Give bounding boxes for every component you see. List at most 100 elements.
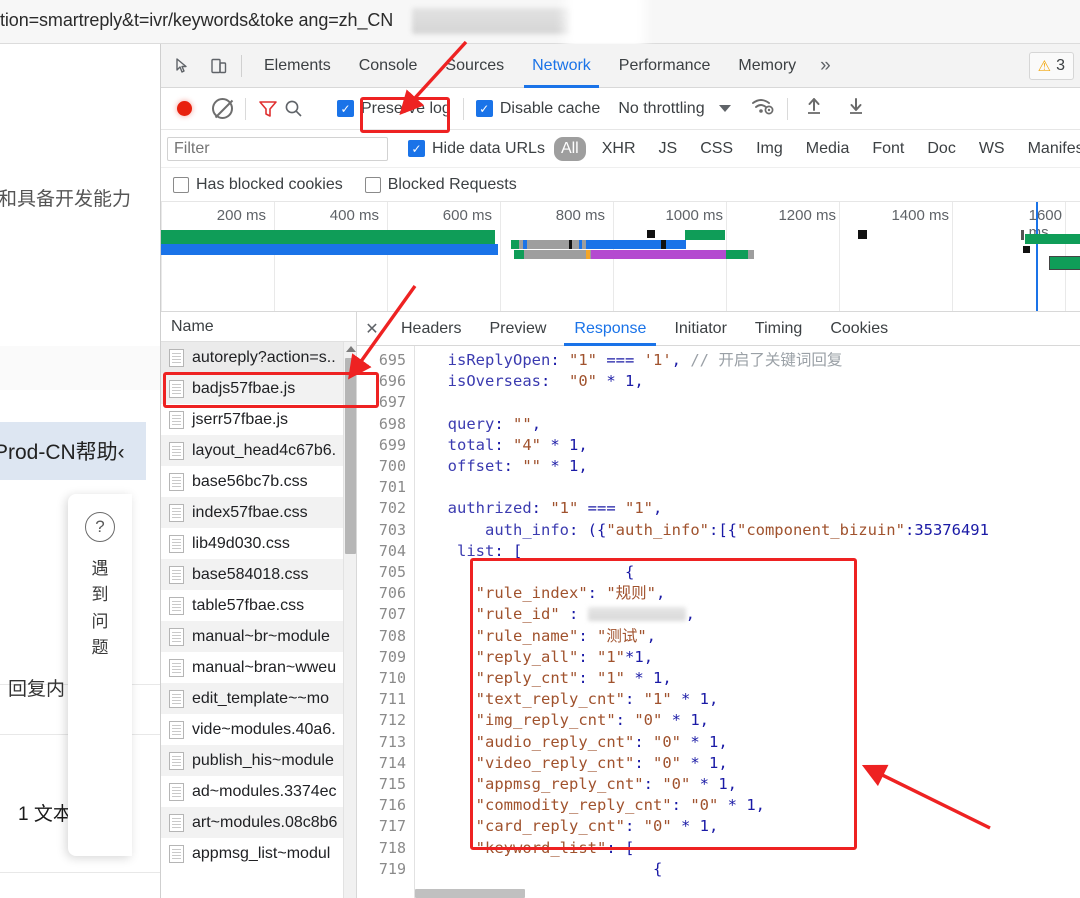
type-filter-all[interactable]: All [553, 136, 586, 161]
close-icon[interactable]: ✕ [357, 319, 387, 339]
network-overview-timeline[interactable]: 200 ms 400 ms 600 ms 800 ms 1000 ms 1200… [161, 202, 1080, 312]
request-row-9[interactable]: manual~br~module [161, 621, 356, 652]
request-row-label: layout_head4c67b6. [192, 441, 337, 459]
more-tabs-icon[interactable]: » [810, 44, 841, 88]
device-toolbar-icon[interactable] [205, 52, 233, 80]
type-filter-img[interactable]: Img [749, 137, 790, 161]
detail-tab-response[interactable]: Response [560, 312, 660, 346]
detail-tab-cookies[interactable]: Cookies [816, 312, 902, 346]
timeline-tick-200: 200 ms [216, 207, 266, 224]
type-filter-js[interactable]: JS [652, 137, 685, 161]
export-har-icon[interactable] [846, 96, 866, 121]
filter-input[interactable] [167, 136, 388, 161]
scroll-up-arrow-icon[interactable] [346, 346, 356, 352]
detail-tab-headers[interactable]: Headers [387, 312, 475, 346]
tab-memory[interactable]: Memory [724, 44, 810, 88]
request-row-7[interactable]: base584018.css [161, 559, 356, 590]
hide-data-urls-checkbox[interactable]: ✓ Hide data URLs [408, 140, 545, 158]
has-blocked-cookies-checkbox[interactable]: Has blocked cookies [173, 176, 343, 194]
request-row-8[interactable]: table57fbae.css [161, 590, 356, 621]
request-list-scrollbar[interactable] [343, 342, 356, 898]
request-detail-pane: ✕ Headers Preview Response Initiator Tim… [357, 312, 1080, 898]
request-row-14[interactable]: ad~modules.3374ec [161, 776, 356, 807]
import-har-icon[interactable] [804, 96, 824, 121]
file-icon [169, 410, 184, 429]
warning-triangle-icon: ⚠ [1037, 57, 1052, 75]
warning-badge[interactable]: ⚠ 3 [1028, 52, 1074, 80]
request-row-label: lib49d030.css [192, 534, 290, 552]
timeline-tick-400: 400 ms [329, 207, 379, 224]
detail-tab-timing[interactable]: Timing [741, 312, 816, 346]
type-filter-ws[interactable]: WS [972, 137, 1012, 161]
tab-network[interactable]: Network [518, 44, 605, 88]
request-row-label: table57fbae.css [192, 596, 305, 614]
line-number: 711 [378, 690, 406, 709]
tab-sources[interactable]: Sources [431, 44, 518, 88]
code-line: "reply_all": "1"*1, [475, 647, 654, 666]
request-row-1[interactable]: badjs57fbae.js [161, 373, 356, 404]
throttling-select[interactable]: No throttling [618, 100, 704, 118]
request-row-3[interactable]: layout_head4c67b6. [161, 435, 356, 466]
line-number: 704 [378, 541, 406, 560]
detail-tab-preview[interactable]: Preview [475, 312, 560, 346]
request-row-0[interactable]: autoreply?action=s.. [161, 342, 356, 373]
request-row-4[interactable]: base56bc7b.css [161, 466, 356, 497]
scrollbar-thumb[interactable] [345, 358, 356, 554]
type-filter-font[interactable]: Font [865, 137, 911, 161]
tab-elements[interactable]: Elements [250, 44, 345, 88]
inspect-cursor-icon[interactable] [169, 52, 197, 80]
network-controls-row: ✓ Preserve log ✓ Disable cache No thrott… [161, 88, 1080, 130]
code-line: "text_reply_cnt": "1" * 1, [475, 690, 719, 709]
type-filter-css[interactable]: CSS [693, 137, 740, 161]
file-icon [169, 348, 184, 367]
file-icon [169, 472, 184, 491]
record-button-icon[interactable] [177, 101, 192, 116]
type-filter-doc[interactable]: Doc [920, 137, 962, 161]
webpage-text-dev-capability: 和具备开发能力 [0, 189, 132, 210]
request-row-13[interactable]: publish_his~module [161, 745, 356, 776]
response-code-viewer[interactable]: 695 696 697 698 699 700 701 702 703 704 705 706 707 7… [357, 346, 1080, 898]
request-row-11[interactable]: edit_template~~mo [161, 683, 356, 714]
code-line: isReplyOpen: "1" === '1', // 开启了关键词回复 [447, 351, 843, 369]
tab-performance[interactable]: Performance [605, 44, 725, 88]
browser-address-bar[interactable]: tion=smartreply&t=ivr/keywords&toke ang=… [0, 0, 1080, 50]
line-number: 707 [378, 605, 406, 624]
detail-tab-initiator[interactable]: Initiator [660, 312, 740, 346]
request-row-16[interactable]: appmsg_list~modul [161, 838, 356, 869]
request-row-label: vide~modules.40a6. [192, 720, 336, 738]
underlying-webpage: 和具备开发能力 Prod-CN帮助‹ 回复内 1 文本 1 文本 ? 遇到问题 [0, 44, 160, 898]
type-filter-xhr[interactable]: XHR [595, 137, 643, 161]
type-filter-manifest[interactable]: Manifest [1021, 137, 1080, 161]
request-row-15[interactable]: art~modules.08c8b6 [161, 807, 356, 838]
response-code-body[interactable]: isReplyOpen: "1" === '1', // 开启了关键词回复 is… [415, 346, 1080, 898]
request-row-2[interactable]: jserr57fbae.js [161, 404, 356, 435]
filter-funnel-icon[interactable] [258, 100, 278, 118]
disable-cache-checkbox[interactable]: ✓ Disable cache [475, 99, 601, 118]
network-conditions-icon[interactable] [751, 96, 775, 121]
controls-divider-2 [462, 97, 464, 120]
tab-console[interactable]: Console [345, 44, 432, 88]
request-row-5[interactable]: index57fbae.css [161, 497, 356, 528]
line-number: 698 [378, 414, 406, 433]
preserve-log-checkbox[interactable]: ✓ Preserve log [337, 100, 451, 118]
type-filter-media[interactable]: Media [799, 137, 857, 161]
help-floating-widget[interactable]: ? 遇到问题 [68, 494, 132, 856]
code-line: { [429, 563, 635, 582]
clear-button-icon[interactable] [212, 98, 233, 119]
disable-cache-label: Disable cache [499, 99, 601, 117]
redacted-token-overlay [412, 8, 572, 34]
request-row-12[interactable]: vide~modules.40a6. [161, 714, 356, 745]
request-row-6[interactable]: lib49d030.css [161, 528, 356, 559]
file-icon [169, 534, 184, 553]
blocked-requests-checkbox[interactable]: Blocked Requests [364, 176, 517, 194]
code-horizontal-scrollbar[interactable] [415, 889, 525, 898]
search-icon[interactable] [284, 99, 303, 118]
request-row-10[interactable]: manual~bran~wweu [161, 652, 356, 683]
devtools-tabbar: Elements Console Sources Network Perform… [161, 44, 1080, 88]
request-list[interactable]: autoreply?action=s.. badjs57fbae.js jser… [161, 342, 356, 898]
blocked-requests-check-icon [364, 176, 381, 193]
code-line: "rule_index": "规则", [475, 584, 666, 603]
overview-bar-tick-1 [1021, 230, 1024, 240]
chevron-down-icon[interactable] [718, 105, 731, 112]
